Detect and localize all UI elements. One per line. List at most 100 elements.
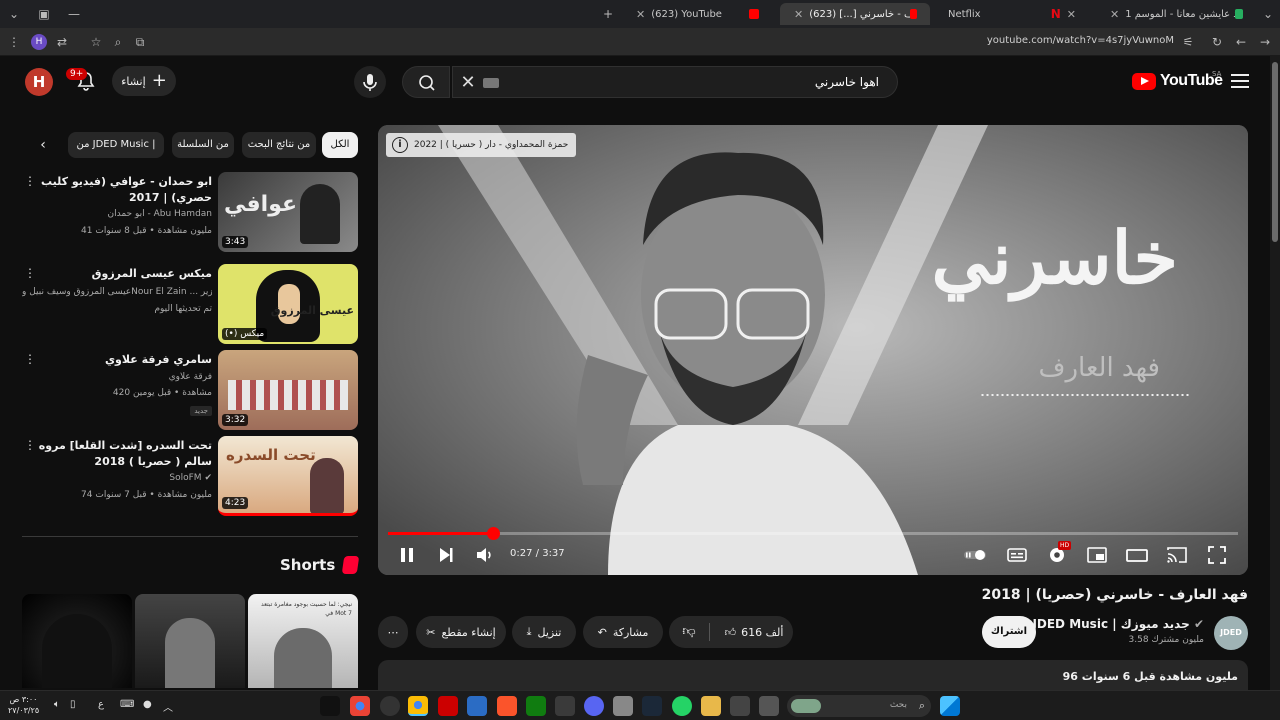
openai-app-icon[interactable] bbox=[380, 696, 400, 716]
new-tab-icon[interactable]: + bbox=[598, 4, 618, 24]
install-app-icon[interactable]: ⧉ bbox=[130, 32, 150, 52]
network-tray-icon[interactable]: ▯ bbox=[70, 699, 76, 710]
close-tab-icon[interactable]: ✕ bbox=[1067, 8, 1076, 21]
theater-mode-icon[interactable] bbox=[1125, 543, 1149, 567]
browser-menu-icon[interactable]: ⋮ bbox=[4, 32, 24, 52]
voice-search-button[interactable] bbox=[354, 66, 386, 98]
steam-app-icon[interactable] bbox=[642, 696, 662, 716]
mic-tray-icon[interactable]: ● bbox=[143, 699, 152, 710]
short-card[interactable]: نيجي: لما حسيت بوجود مغامرة تبتعد في Mot… bbox=[248, 594, 358, 688]
system-clock[interactable]: ٣:٠٠ ص ٢٧/٠٣/٢٥ bbox=[8, 694, 39, 716]
back-icon[interactable]: → bbox=[1255, 32, 1275, 52]
clear-search-icon[interactable]: ✕ bbox=[459, 74, 477, 92]
rec-title[interactable]: ميكس عيسى المرزوق bbox=[32, 266, 212, 282]
youtube-app-icon[interactable] bbox=[438, 696, 458, 716]
close-tab-icon[interactable]: ✕ bbox=[636, 8, 645, 21]
xbox-app-icon[interactable] bbox=[526, 696, 546, 716]
reload-icon[interactable]: ↻ bbox=[1207, 32, 1227, 52]
site-settings-icon[interactable]: ⚟ bbox=[1178, 32, 1198, 52]
short-card[interactable] bbox=[135, 594, 245, 688]
guide-menu-icon[interactable] bbox=[1231, 74, 1249, 88]
like-button[interactable]: 👍︎ 616 ألف bbox=[719, 616, 789, 648]
task-view-icon[interactable] bbox=[759, 696, 779, 716]
tab-search-icon[interactable]: ⌄ bbox=[4, 4, 24, 24]
store-app-icon[interactable] bbox=[613, 696, 633, 716]
progress-bar[interactable] bbox=[388, 527, 1238, 540]
rec-channel[interactable]: ابو حمدان - Abu Hamdan bbox=[107, 209, 212, 219]
volume-icon[interactable] bbox=[472, 543, 496, 567]
youtube-logo[interactable]: YouTube bbox=[1132, 72, 1223, 90]
chrome-active-app-icon[interactable] bbox=[408, 696, 428, 716]
rec-channel[interactable]: عيسى المرزوق وسيف نبيل وNour El Zain ...… bbox=[22, 287, 212, 297]
tab-list-chevron-icon[interactable]: ⌄ bbox=[1258, 4, 1278, 24]
chip-series[interactable]: من السلسلة bbox=[172, 132, 234, 158]
settings-gear-icon[interactable]: HD bbox=[1045, 541, 1072, 567]
dislike-thumb-icon[interactable]: 👎︎ bbox=[669, 616, 709, 648]
rec-channel[interactable]: فرقة علاوي bbox=[169, 372, 212, 382]
short-card[interactable] bbox=[22, 594, 132, 688]
more-actions-icon[interactable]: ⋯ bbox=[378, 616, 408, 648]
taskbar-search[interactable]: بحث ⌕ bbox=[787, 695, 931, 717]
cast-icon[interactable] bbox=[1165, 543, 1189, 567]
next-icon[interactable] bbox=[434, 543, 458, 567]
chip-all[interactable]: الكل bbox=[322, 132, 358, 158]
url-field[interactable]: youtube.com/watch?v=4s7jyVuwnoM bbox=[987, 35, 1174, 46]
chrome-app-icon[interactable] bbox=[350, 696, 370, 716]
tab-youtube-home[interactable]: ✕ (623) YouTube bbox=[622, 3, 772, 25]
close-tab-icon[interactable]: ✕ bbox=[794, 8, 803, 21]
create-button[interactable]: إنشاء + bbox=[112, 66, 176, 96]
window-restore-icon[interactable]: ▣ bbox=[34, 4, 54, 24]
zoom-icon[interactable]: ⌕ bbox=[108, 32, 128, 52]
rec-title[interactable]: ابو حمدان - عوافي (فيديو كليب حصري) | 20… bbox=[32, 174, 212, 206]
volume-tray-icon[interactable]: 🔈︎ bbox=[54, 699, 60, 710]
miniplayer-icon[interactable] bbox=[1085, 543, 1109, 567]
rec-channel[interactable]: SoloFM ✔ bbox=[169, 473, 212, 483]
channel-avatar[interactable]: JDED bbox=[1214, 616, 1248, 650]
video-info-card[interactable]: i حمزة المحمداوي - دار ( حسريا ) | 2022 bbox=[386, 133, 577, 157]
download-button[interactable]: ⤓ تنزيل bbox=[512, 616, 576, 648]
search-button[interactable] bbox=[402, 66, 450, 98]
rec-thumbnail[interactable]: عيسى المرزوق (•) ميكس bbox=[218, 264, 358, 344]
video-player[interactable]: خاسرني فهد العارف i حمزة المحمداوي - دار… bbox=[378, 125, 1248, 575]
scrollbar-thumb[interactable] bbox=[1272, 62, 1278, 242]
chevron-left-icon[interactable]: ‹ bbox=[34, 136, 52, 154]
chip-search-results[interactable]: من نتائج البحث bbox=[242, 132, 316, 158]
fullscreen-icon[interactable] bbox=[1205, 543, 1229, 567]
clip-button[interactable]: ✂ إنشاء مقطع bbox=[416, 616, 506, 648]
account-avatar[interactable]: H bbox=[25, 68, 53, 96]
rec-title[interactable]: تحت السدره [شدت القلعا] مروه سالم ( حصري… bbox=[32, 438, 212, 470]
bookmark-star-icon[interactable]: ☆ bbox=[86, 32, 106, 52]
whatsapp-app-icon[interactable] bbox=[672, 696, 692, 716]
tab-netflix[interactable]: Netflix N ✕ bbox=[940, 3, 1090, 25]
settings-app-icon[interactable] bbox=[555, 696, 575, 716]
chip-channel[interactable]: من JDED Music | bbox=[68, 132, 164, 158]
translate-icon[interactable]: ⇄ bbox=[52, 32, 72, 52]
language-tray-icon[interactable]: ع bbox=[98, 699, 104, 710]
tab-shahid[interactable]: ✕ شاهد عايشين معانا - الموسم 1 bbox=[1096, 3, 1256, 25]
tiktok-app-icon[interactable] bbox=[320, 696, 340, 716]
channel-name[interactable]: JDED Music | جديد ميوزك ✔ bbox=[1032, 617, 1204, 631]
search-input[interactable] bbox=[493, 71, 889, 93]
capcut-app-icon[interactable] bbox=[730, 696, 750, 716]
window-minimize-icon[interactable]: — bbox=[64, 4, 84, 24]
pause-icon[interactable] bbox=[395, 543, 419, 567]
rec-thumbnail[interactable]: تحت السدره 4:23 bbox=[218, 436, 358, 516]
windows-start-icon[interactable] bbox=[940, 696, 960, 716]
close-tab-icon[interactable]: ✕ bbox=[1110, 8, 1119, 21]
list-item[interactable]: ⋮ سامري فرقة علاوي فرقة علاوي 420 مشاهدة… bbox=[20, 350, 360, 432]
tab-youtube-video[interactable]: ✕ فهد العارف - خاسرني [...] (623) bbox=[780, 3, 930, 25]
show-hidden-icons-icon[interactable]: ︿ bbox=[163, 699, 173, 714]
shield-app-icon[interactable] bbox=[467, 696, 487, 716]
autoplay-toggle-icon[interactable] bbox=[963, 543, 987, 567]
forward-icon[interactable]: ← bbox=[1231, 32, 1251, 52]
list-item[interactable]: ⋮ ابو حمدان - عوافي (فيديو كليب حصري) | … bbox=[20, 172, 360, 254]
list-item[interactable]: ⋮ تحت السدره [شدت القلعا] مروه سالم ( حص… bbox=[20, 436, 360, 518]
file-explorer-icon[interactable] bbox=[701, 696, 721, 716]
list-item[interactable]: ⋮ ميكس عيسى المرزوق عيسى المرزوق وسيف نب… bbox=[20, 264, 360, 346]
brave-app-icon[interactable] bbox=[497, 696, 517, 716]
discord-app-icon[interactable] bbox=[584, 696, 604, 716]
rec-title[interactable]: سامري فرقة علاوي bbox=[32, 352, 212, 368]
page-scrollbar[interactable] bbox=[1270, 56, 1280, 690]
browser-profile-avatar[interactable]: H bbox=[31, 34, 47, 50]
share-button[interactable]: ↶ مشاركة bbox=[583, 616, 663, 648]
